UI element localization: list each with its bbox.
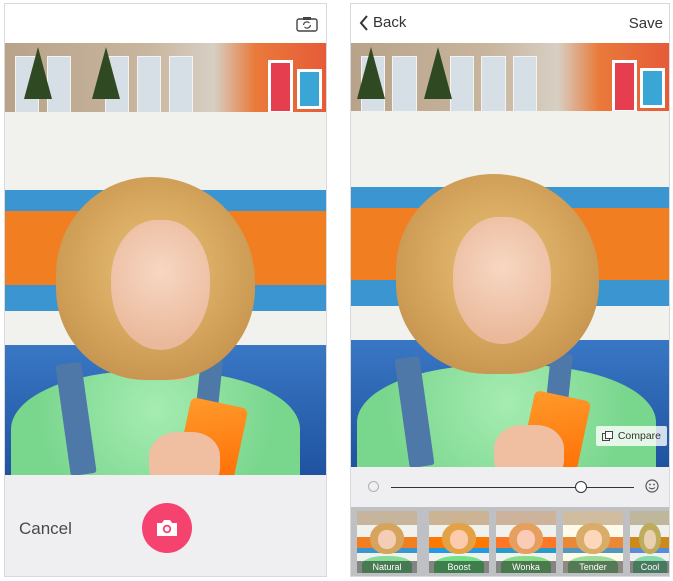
compare-icon xyxy=(601,431,613,441)
no-effect-icon xyxy=(368,481,379,492)
slider-track[interactable] xyxy=(391,481,634,493)
back-label: Back xyxy=(373,14,407,31)
camera-top-bar xyxy=(5,4,326,43)
filter-label: Cool xyxy=(630,561,669,573)
camera-bottom-bar: Cancel xyxy=(5,475,326,576)
filter-wonka[interactable]: Wonka xyxy=(496,511,556,573)
cancel-button[interactable]: Cancel xyxy=(19,519,72,539)
chevron-left-icon xyxy=(359,14,368,31)
edit-screen: Back Save Compare Natural Boost Wonka Te… xyxy=(350,3,670,577)
filter-boost[interactable]: Boost xyxy=(429,511,489,573)
filter-cool[interactable]: Cool xyxy=(630,511,669,573)
filter-label: Tender xyxy=(563,561,623,573)
camera-screen: Cancel xyxy=(4,3,327,577)
compare-label: Compare xyxy=(617,430,661,442)
filter-strength-slider xyxy=(351,467,669,507)
camera-viewfinder[interactable] xyxy=(5,43,326,475)
edited-photo xyxy=(351,43,669,467)
edit-top-bar: Back Save xyxy=(351,4,669,43)
filter-tender[interactable]: Tender xyxy=(563,511,623,573)
back-button[interactable]: Back xyxy=(359,14,406,31)
filter-natural[interactable]: Natural xyxy=(357,511,417,573)
slider-fill xyxy=(391,487,581,488)
save-button[interactable]: Save xyxy=(629,15,663,32)
photo-scene xyxy=(351,43,669,467)
camera-switch-icon[interactable] xyxy=(296,16,318,32)
filter-label: Boost xyxy=(429,561,489,573)
compare-button[interactable]: Compare xyxy=(595,426,667,446)
filter-strip: Natural Boost Wonka Tender Cool xyxy=(351,507,669,576)
shutter-button[interactable] xyxy=(142,503,192,553)
photo-scene xyxy=(5,43,326,475)
smiley-icon xyxy=(645,479,659,493)
camera-icon xyxy=(157,520,177,536)
filter-label: Natural xyxy=(357,561,417,573)
slider-thumb[interactable] xyxy=(574,481,587,493)
filter-label: Wonka xyxy=(496,561,556,573)
